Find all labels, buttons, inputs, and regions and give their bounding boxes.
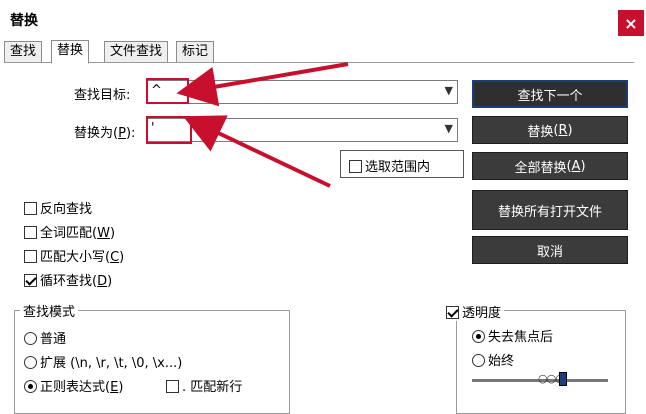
search-mode-title: 查找模式 <box>20 301 79 320</box>
tab-replace[interactable]: 替换 <box>51 40 90 64</box>
chevron-down-icon[interactable]: ▼ <box>445 122 453 135</box>
dot-matches-newline-checkbox[interactable]: . 匹配新行 <box>166 376 242 395</box>
in-selection-checkbox[interactable]: 选取范围内 <box>340 150 464 178</box>
replace-all-open-docs-button[interactable]: 替换所有打开文件 <box>472 190 628 230</box>
close-icon[interactable]: × <box>618 10 644 36</box>
transparency-checkbox[interactable]: 透明度 <box>446 302 505 321</box>
find-label: 查找目标: <box>74 88 131 103</box>
radio-icon <box>472 354 485 367</box>
replace-dialog: 替换 × 查找 替换 文件查找 标记 查找目标: ^ ▼ 替换为(P): ' ▼… <box>0 0 646 414</box>
find-combo[interactable]: ^ ▼ <box>146 80 458 104</box>
match-case-checkbox[interactable]: 匹配大小写(C) <box>24 246 124 265</box>
radio-icon <box>24 356 37 369</box>
find-next-button[interactable]: 查找下一个 <box>472 80 628 108</box>
radio-icon <box>24 332 37 345</box>
checkbox-icon <box>24 202 37 215</box>
whole-word-checkbox[interactable]: 全词匹配(W) <box>24 222 115 241</box>
radio-selected-icon <box>472 330 485 343</box>
slider-thumb[interactable] <box>559 372 567 386</box>
tab-find-in-files[interactable]: 文件查找 <box>104 41 169 63</box>
checkbox-icon <box>24 250 37 263</box>
wrap-around-checkbox[interactable]: 循环查找(D) <box>24 270 112 289</box>
on-lose-focus-radio[interactable]: 失去焦点后 <box>472 326 553 345</box>
tab-find[interactable]: 查找 <box>4 41 43 63</box>
backward-checkbox[interactable]: 反向查找 <box>24 198 92 217</box>
mode-regex-radio[interactable]: 正则表达式(E) <box>24 376 123 395</box>
replace-combo[interactable]: ' ▼ <box>146 118 458 142</box>
checkbox-icon <box>24 226 37 239</box>
transparency-slider[interactable]: ○○○ <box>472 372 608 386</box>
always-radio[interactable]: 始终 <box>472 350 514 369</box>
tab-mark[interactable]: 标记 <box>176 41 215 63</box>
mode-normal-radio[interactable]: 普通 <box>24 328 66 347</box>
mode-extended-radio[interactable]: 扩展 (\n, \r, \t, \0, \x...) <box>24 352 182 371</box>
replace-label: 替换为(P): <box>74 126 136 141</box>
checkmark-icon <box>24 274 37 287</box>
checkbox-icon <box>349 160 362 173</box>
replace-highlight-box <box>146 116 192 144</box>
tab-panel-border <box>4 62 634 63</box>
radio-selected-icon <box>24 380 37 393</box>
find-highlight-box <box>146 78 189 104</box>
replace-button[interactable]: 替换(R) <box>472 116 628 144</box>
replace-all-button[interactable]: 全部替换(A) <box>472 152 628 180</box>
window-title: 替换 <box>10 13 38 29</box>
checkmark-icon <box>446 306 459 319</box>
checkbox-icon <box>166 380 179 393</box>
chevron-down-icon[interactable]: ▼ <box>445 84 453 97</box>
cancel-button[interactable]: 取消 <box>472 236 628 264</box>
